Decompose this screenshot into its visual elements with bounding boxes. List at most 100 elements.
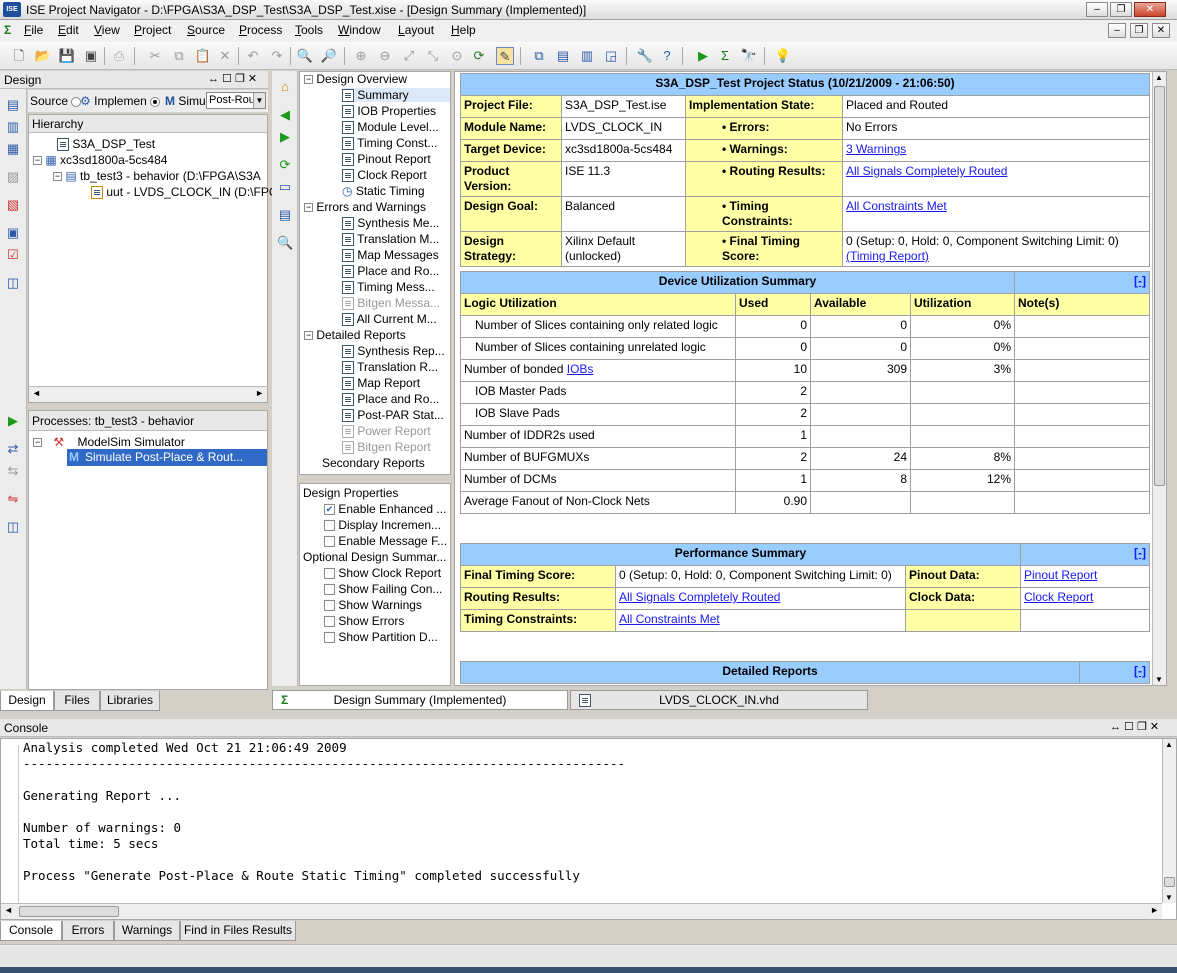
checkbox-enable-enhanced[interactable]: ✔ Enable Enhanced ... (324, 502, 446, 516)
nav-translation-messages[interactable]: Translation M... (342, 232, 439, 247)
find-icon[interactable]: 🔍 (296, 47, 314, 65)
zoom-selected-icon[interactable]: ⊙ (448, 47, 466, 65)
edit-icon[interactable]: ▣ (5, 225, 21, 241)
telescope-icon[interactable]: 🔭 (740, 47, 758, 65)
nav-clock-report[interactable]: Clock Report (342, 168, 427, 183)
console-output[interactable]: Analysis completed Wed Oct 21 21:06:49 2… (0, 738, 1177, 920)
tab-files[interactable]: Files (54, 691, 100, 711)
stop-icon[interactable]: ⇋ (5, 491, 21, 507)
checkbox-enable-message-filter[interactable]: Enable Message F... (324, 534, 447, 548)
mdi-minimize-button[interactable]: – (1108, 23, 1126, 38)
summary-vscrollbar[interactable]: ▲ ▼ (1152, 72, 1166, 685)
collapse-device-util[interactable]: [-] (1134, 274, 1146, 288)
menu-project[interactable]: Project (134, 23, 171, 37)
iobs-link[interactable]: IOBs (567, 362, 594, 376)
wrench-icon[interactable]: 🔧 (636, 47, 654, 65)
menu-view[interactable]: View (94, 23, 120, 37)
cascade-icon[interactable]: ⧉ (530, 47, 548, 65)
tab-find-in-files[interactable]: Find in Files Results (180, 921, 296, 941)
process-properties-icon[interactable]: ◫ (5, 519, 21, 535)
nav-module-level[interactable]: Module Level... (342, 120, 439, 135)
menu-source[interactable]: Source (187, 23, 225, 37)
run-process-icon[interactable]: ▶ (5, 413, 21, 429)
close-button[interactable]: ✕ (1134, 2, 1166, 17)
delete-icon[interactable]: ✕ (216, 47, 234, 65)
help-pointer-icon[interactable]: ? (658, 47, 676, 65)
nav-par-messages[interactable]: Place and Ro... (342, 264, 439, 279)
nav-translation-report[interactable]: Translation R... (342, 360, 438, 375)
home-icon[interactable]: ⌂ (277, 79, 293, 95)
console-hscrollbar[interactable]: ◄ ► (1, 903, 1162, 919)
collapse-performance[interactable]: [-] (1134, 546, 1146, 560)
process-simulate-post-par[interactable]: M Simulate Post-Place & Rout... (67, 449, 267, 466)
tile-vertical-icon[interactable]: ▥ (578, 47, 596, 65)
timing-constraints-link[interactable]: All Constraints Met (846, 199, 947, 213)
menu-help[interactable]: Help (451, 23, 476, 37)
checkbox-display-incremental[interactable]: Display Incremen... (324, 518, 441, 532)
copy-icon[interactable]: ⧉ (170, 47, 188, 65)
tab-warnings[interactable]: Warnings (114, 921, 180, 941)
forward-icon[interactable]: ▶ (277, 129, 293, 145)
undo-icon[interactable]: ↶ (244, 47, 262, 65)
implementation-radio[interactable]: ⚙ Implemen (80, 94, 161, 108)
find-icon[interactable]: 🔍 (277, 235, 293, 251)
secondary-reports-node[interactable]: Secondary Reports (322, 456, 425, 470)
refresh-icon[interactable]: ⟳ (277, 157, 293, 173)
float-window-icon[interactable]: ◲ (602, 47, 620, 65)
detailed-reports-node[interactable]: − Detailed Reports (304, 328, 406, 342)
zoom-fit-icon[interactable]: ⤡ (424, 47, 442, 65)
refresh-icon[interactable]: ⟳ (470, 47, 488, 65)
sigma-summary-icon[interactable]: Σ (716, 47, 734, 65)
nav-synthesis-messages[interactable]: Synthesis Me... (342, 216, 439, 231)
maximize-button[interactable]: ❐ (1110, 2, 1132, 17)
checkbox-show-partition[interactable]: Show Partition D... (324, 630, 438, 644)
nav-synthesis-report[interactable]: Synthesis Rep... (342, 344, 445, 359)
chevron-down-icon[interactable]: ▼ (253, 93, 265, 108)
tree-item-uut[interactable]: uut - LVDS_CLOCK_IN (D:\FPGA (91, 185, 286, 200)
lightbulb-icon[interactable]: 💡 (774, 47, 792, 65)
nav-map-messages[interactable]: Map Messages (342, 248, 439, 263)
remove-source-icon[interactable]: ▧ (5, 197, 21, 213)
checkbox-show-failing[interactable]: Show Failing Con... (324, 582, 442, 596)
routing-results-link[interactable]: All Signals Completely Routed (846, 164, 1007, 178)
new-source-icon[interactable]: ▥ (5, 119, 21, 135)
tab-console[interactable]: Console (0, 921, 62, 941)
tree-item-device[interactable]: − ▦ xc3sd1800a-5cs484 (33, 153, 167, 167)
tab-design[interactable]: Design (0, 691, 54, 711)
nav-map-report[interactable]: Map Report (342, 376, 420, 391)
menu-file[interactable]: File (24, 23, 43, 37)
timing-constraints-link[interactable]: All Constraints Met (619, 612, 720, 626)
zoom-in-icon[interactable]: ⊕ (352, 47, 370, 65)
nav-pinout-report[interactable]: Pinout Report (342, 152, 431, 167)
nav-par-report[interactable]: Place and Ro... (342, 392, 439, 407)
collapse-icon[interactable]: − (33, 438, 42, 448)
menu-tools[interactable]: Tools (295, 23, 323, 37)
mdi-close-button[interactable]: ✕ (1152, 23, 1170, 38)
tab-design-summary[interactable]: Σ Design Summary (Implemented) (272, 690, 568, 710)
pinout-report-link[interactable]: Pinout Report (1024, 568, 1097, 582)
zoom-out-icon[interactable]: ⊖ (376, 47, 394, 65)
errors-warnings-node[interactable]: − Errors and Warnings (304, 200, 426, 214)
mdi-restore-button[interactable]: ❐ (1130, 23, 1148, 38)
design-summary-toggle-icon[interactable]: ✎ (496, 47, 514, 65)
nav-static-timing[interactable]: ◷ Static Timing (342, 184, 425, 198)
run-icon[interactable]: ▶ (694, 47, 712, 65)
process-modelsim[interactable]: − ⚒ ModelSim Simulator (33, 435, 185, 449)
menu-edit[interactable]: Edit (58, 23, 79, 37)
clock-report-link[interactable]: Clock Report (1024, 590, 1093, 604)
menu-window[interactable]: Window (338, 23, 381, 37)
console-vscrollbar[interactable]: ▲ ▼ (1162, 739, 1176, 903)
add-source-icon[interactable]: ▤ (5, 97, 21, 113)
panel-float-icon[interactable]: ↔ ☐ ❐ ✕ (208, 72, 257, 85)
source-radio[interactable]: Source (30, 94, 82, 108)
timing-report-link[interactable]: (Timing Report) (846, 249, 929, 263)
warnings-link[interactable]: 3 Warnings (846, 142, 906, 156)
nav-timing-messages[interactable]: Timing Mess... (342, 280, 435, 295)
save-all-icon[interactable]: ▣ (82, 47, 100, 65)
collapse-icon[interactable]: − (53, 172, 62, 182)
source-properties-icon[interactable]: ▨ (5, 169, 21, 185)
paste-icon[interactable]: 📋 (194, 47, 212, 65)
tab-errors[interactable]: Errors (62, 921, 114, 941)
print-icon[interactable]: ⎙ (110, 47, 128, 65)
nav-bitgen-report[interactable]: Bitgen Report (342, 440, 431, 455)
